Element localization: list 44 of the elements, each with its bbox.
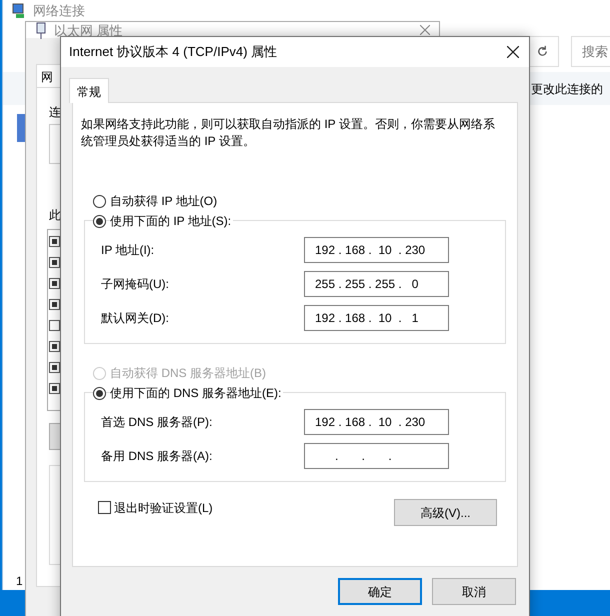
checkbox[interactable] [49, 278, 60, 289]
dialog-button[interactable]: 确定 [338, 578, 422, 605]
section-label: 此 [49, 207, 61, 224]
close-icon[interactable] [507, 46, 519, 58]
ip-address-field[interactable]: 255 . 255 . 255 . 0 [304, 271, 449, 297]
field-label: 子网掩码(U): [101, 276, 170, 293]
window-title: 以太网 属性 [54, 22, 123, 40]
radio-label: 自动获得 IP 地址(O) [110, 192, 220, 210]
radio-label: 使用下面的 IP 地址(S): [110, 212, 234, 230]
adapter-icon [36, 22, 46, 40]
radio-label: 自动获得 DNS 服务器地址(B) [110, 364, 268, 382]
field-label: 首选 DNS 服务器(P): [101, 414, 214, 431]
radio-button[interactable] [93, 194, 106, 208]
network-icon [11, 3, 27, 19]
checkbox[interactable] [98, 501, 111, 514]
checkbox[interactable] [49, 299, 60, 310]
checkbox[interactable] [49, 383, 60, 394]
tab[interactable]: 常规 [69, 78, 109, 103]
window-title: 网络连接 [33, 2, 85, 20]
field-label: IP 地址(I): [101, 242, 156, 259]
ip-address-field[interactable]: 192 . 168 . 10 . 230 [304, 409, 449, 435]
ip-address-field[interactable]: . . . [304, 443, 449, 469]
radio-button[interactable] [93, 214, 106, 228]
advanced-button[interactable]: 高级(V)... [394, 499, 497, 526]
checkbox-label: 退出时验证设置(L) [114, 500, 213, 516]
field-label: 备用 DNS 服务器(A): [101, 448, 214, 465]
field-label: 默认网关(D): [101, 310, 170, 327]
checkbox[interactable] [49, 257, 60, 268]
ip-address-field[interactable]: 192 . 168 . 10 . 1 [304, 305, 449, 331]
search-field[interactable]: 搜索 [571, 36, 610, 67]
section-label: 连 [49, 104, 61, 121]
command-link[interactable]: 更改此连接的 [531, 80, 603, 98]
checkbox[interactable] [49, 341, 60, 352]
description-text: 如果网络支持此功能，则可以获取自动指派的 IP 设置。否则，你需要从网络系统管理员处获得适当的 IP 设置。 [80, 116, 496, 150]
radio-button[interactable] [93, 386, 106, 400]
refresh-icon[interactable] [536, 45, 549, 58]
status-text: 1 [16, 573, 23, 590]
checkbox[interactable] [49, 362, 60, 373]
radio-label: 使用下面的 DNS 服务器地址(E): [110, 384, 284, 402]
checkbox[interactable] [49, 236, 60, 247]
ip-address-field[interactable]: 192 . 168 . 10 . 230 [304, 237, 449, 263]
checkbox[interactable] [49, 320, 60, 331]
dialog-button[interactable]: 取消 [432, 578, 516, 605]
dialog-title: Internet 协议版本 4 (TCP/IPv4) 属性 [69, 43, 278, 62]
